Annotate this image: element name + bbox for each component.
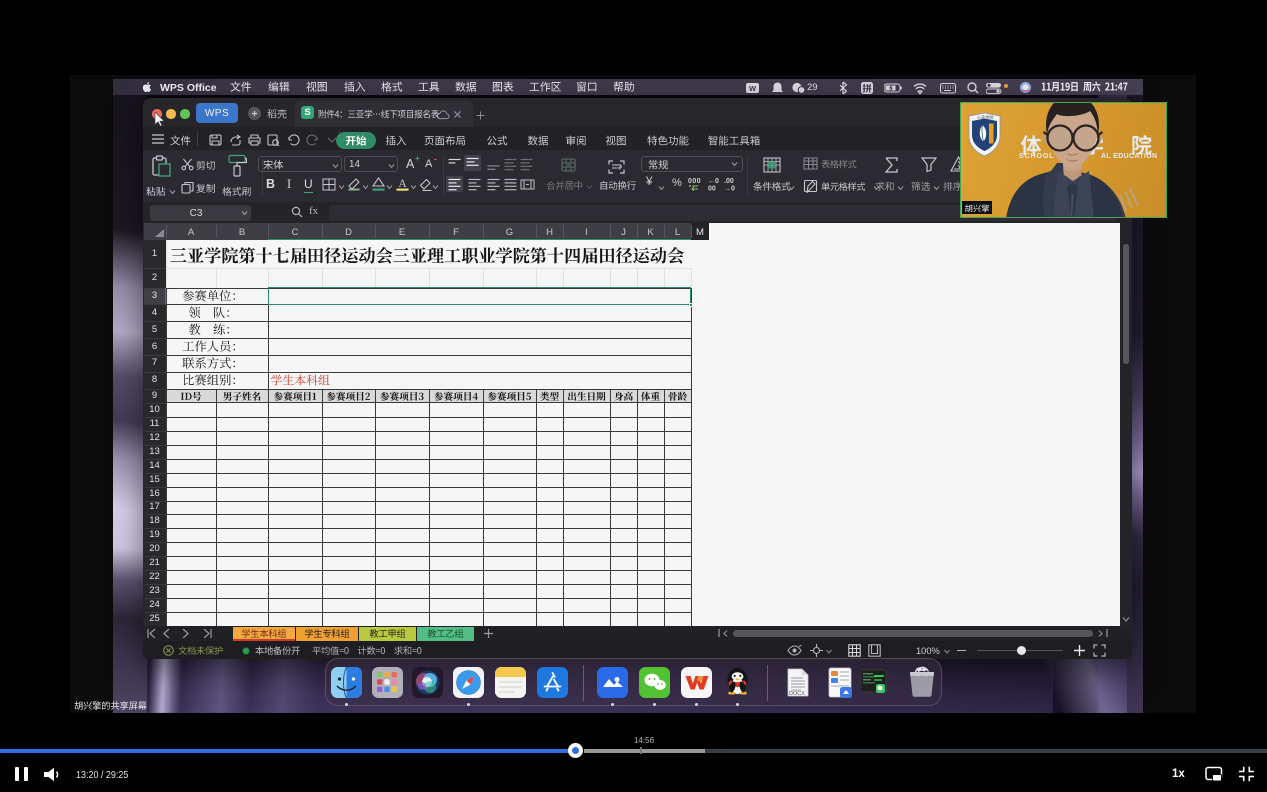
svg-text:SCHOOL: SCHOOL bbox=[1019, 153, 1054, 160]
svg-text:AL EDUCATION: AL EDUCATION bbox=[1101, 153, 1157, 160]
